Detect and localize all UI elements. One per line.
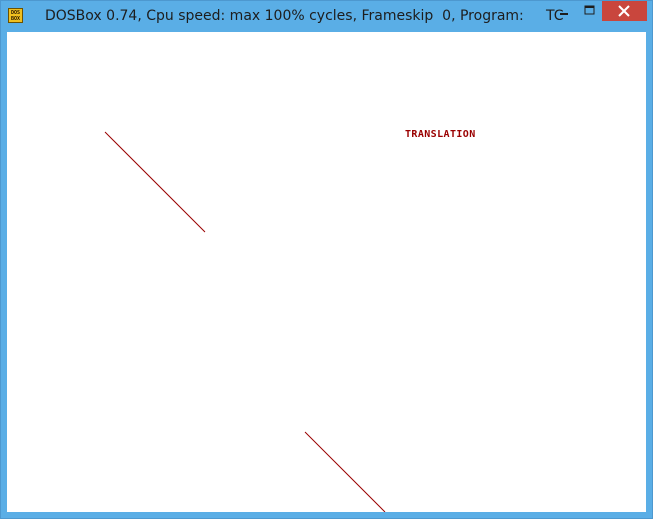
dosbox-app-icon[interactable]: DOS BOX [8, 8, 23, 23]
diagonal-line-lower [304, 431, 386, 512]
dosbox-window: DOS BOX DOSBox 0.74, Cpu speed: max 100%… [0, 0, 653, 519]
window-title: DOSBox 0.74, Cpu speed: max 100% cycles,… [45, 8, 564, 24]
close-button[interactable] [602, 1, 647, 21]
maximize-button[interactable] [577, 1, 602, 21]
title-bar[interactable]: DOS BOX DOSBox 0.74, Cpu speed: max 100%… [1, 1, 652, 32]
minimize-button[interactable] [551, 1, 577, 21]
graphics-canvas [104, 131, 386, 512]
close-icon [618, 5, 630, 17]
diagonal-line-upper [104, 131, 206, 233]
translation-label: TRANSLATION [405, 129, 476, 140]
dos-screen[interactable]: TRANSLATION [7, 32, 646, 512]
minimize-icon [560, 13, 568, 15]
maximize-icon [584, 5, 595, 15]
